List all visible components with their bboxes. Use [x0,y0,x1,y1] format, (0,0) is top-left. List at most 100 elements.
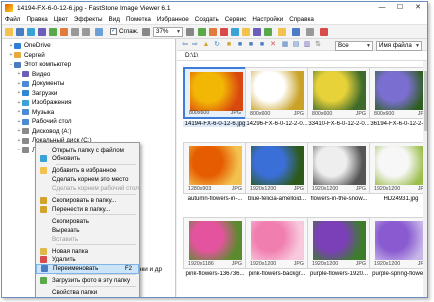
thumbnail[interactable]: 1920x1200 JPG pink-flowers-backgr... [245,217,311,280]
tree-item[interactable]: + Дисковод (A:) [16,127,72,136]
scrollbar-thumb[interactable] [424,71,427,131]
menu-item[interactable]: Настройки [249,16,286,23]
path-bar[interactable]: D:\1\ [177,51,427,61]
list-view-icon[interactable]: ▤ [292,41,300,49]
tree-item[interactable]: + Видео [16,70,51,79]
context-menu-label: Сделать корнем это место [52,176,129,184]
rename-icon[interactable]: ■ [258,41,266,49]
thumbnail-image [313,221,366,260]
menu-item[interactable]: Создать [192,16,222,23]
close-button[interactable]: ✕ [409,2,427,14]
refresh-icon[interactable]: ↻ [213,41,221,49]
details-view-icon[interactable]: ▥ [303,41,311,49]
tree-item[interactable]: + Рабочий стол [16,117,72,126]
context-menu-item[interactable]: Загрузить фото в эту папку [36,276,139,286]
thumbnail-filename: 14194-FX-6-0-12-6.jpg [183,121,247,127]
app-icon [5,4,13,12]
thumbnail[interactable]: 1920x1200JPG HD24931.jpg [369,142,427,205]
image-format: JPG [231,261,242,267]
zoom-in-icon[interactable] [186,28,194,36]
menu-item[interactable]: Пометка [123,16,154,23]
hidden-tree-label: нки и др [138,266,162,273]
tree-item[interactable]: − Этот компьютер [8,60,72,69]
thumbnail[interactable]: 1920x1200JPG purple-spring-flower... [369,217,427,280]
tree-item[interactable]: + Документы [16,79,65,88]
smooth-checkbox[interactable]: ✓ [110,28,117,35]
menu-item[interactable]: Эффекты [71,16,106,23]
maximize-button[interactable]: ☐ [391,2,409,14]
email-icon[interactable] [60,28,68,36]
resize-icon[interactable] [242,28,250,36]
menu-item[interactable]: Цвет [51,16,71,23]
forward-arrow-icon[interactable]: ⇨ [191,41,199,49]
thumbnail-frame: 800x600JPG [369,67,427,119]
tree-item[interactable]: + Сергей [8,51,45,60]
menu-item[interactable]: Правка [23,16,50,23]
filter-combo[interactable]: Все ▼ [335,41,373,51]
folder-icon [14,61,21,68]
copy-icon[interactable]: ■ [236,41,244,49]
fit-icon[interactable] [198,28,206,36]
delete-icon [40,256,47,264]
thumbnail[interactable]: 800x600JPG 36194-FX-6-0-12-2-0... [369,67,427,130]
adjust-colors-icon[interactable] [231,28,239,36]
thumbnail-image [375,71,427,110]
context-menu-item[interactable]: Свойства папки [36,288,139,297]
menu-item[interactable]: Сервис [222,16,250,23]
red-eye-icon[interactable] [220,28,228,36]
vertical-scrollbar[interactable] [423,61,427,297]
new-folder-icon[interactable]: ■ [225,41,233,49]
menu-item[interactable]: Файл [2,16,23,23]
settings-icon[interactable] [292,28,300,36]
crop-icon[interactable] [95,28,103,36]
tree-item[interactable]: + Музыка [16,108,55,117]
open-folder-icon[interactable] [5,28,13,36]
thumbnail[interactable]: 1920x1200 JPG flowers-in-the-snow... [307,142,373,205]
zoom-value: 37% [156,28,169,35]
rotate-left-icon[interactable] [71,28,79,36]
thumbnail[interactable]: 800x600 JPG 14296-FX-6-0-12-2-0... [245,67,311,130]
save-icon[interactable] [16,28,24,36]
tree-item[interactable]: + OneDrive [8,41,51,50]
minimize-button[interactable]: — [373,2,391,14]
thumbnail[interactable]: 800x600 JPG 14194-FX-6-0-12-6.jpg [183,67,249,130]
print-icon[interactable] [49,28,57,36]
zoom-combo[interactable]: 37% ▼ [153,27,183,37]
compare-icon[interactable] [253,28,261,36]
zoom-out-icon[interactable] [142,28,150,36]
image-resolution: 800x600 [250,111,271,117]
menu-item[interactable]: Избранное [154,16,192,23]
thumbnail-frame: 1920x1200JPG [369,217,427,269]
move-icon[interactable]: ■ [247,41,255,49]
menu-item[interactable]: Вид [106,16,123,23]
thumbnail-grid: 800x600 JPG 14194-FX-6-0-12-6.jpg 800x600 JP… [177,61,427,297]
up-folder-icon[interactable]: ▲ [202,41,210,49]
thumbnail[interactable]: 1920x1186 JPG pink-flowers-136736... [183,217,249,280]
menu-separator [56,214,136,216]
context-menu-item[interactable]: Перенести в папку... [36,204,139,214]
fullscreen-icon[interactable] [27,28,35,36]
sort-combo[interactable]: Имя файла ▼ [376,41,422,51]
batch-icon[interactable] [264,28,272,36]
help-icon[interactable] [306,28,314,36]
delete-icon[interactable]: ✕ [269,41,277,49]
favorites-icon[interactable] [278,28,286,36]
menu-item[interactable]: Справка [286,16,317,23]
slideshow-icon[interactable] [38,28,46,36]
thumbnails-view-icon[interactable]: ▦ [281,41,289,49]
thumbnail[interactable]: 800x600 JPG 33410-FX-6-0-12-2-0... [307,67,373,130]
actual-size-icon[interactable] [209,28,217,36]
thumbnail[interactable]: 1920x1200 JPG purple-flowers-1920... [307,217,373,280]
back-arrow-icon[interactable]: ⇦ [181,41,189,49]
thumbnail[interactable]: 1280x903 JPG autumn-flowers-in-... [183,142,249,205]
tree-item[interactable]: + Изображения [16,98,72,107]
context-menu-item[interactable]: Обновить [36,154,139,164]
sort-icon[interactable]: ⇅ [314,41,322,49]
exit-icon[interactable] [320,28,328,36]
context-menu: Открыть папку с файлом Обновить Добавить в… [35,142,140,297]
rotate-right-icon[interactable] [82,28,90,36]
context-menu-item[interactable]: Переименовать F2 [36,263,139,274]
thumbnail-filename: purple-flowers-1920... [309,271,369,277]
thumbnail[interactable]: 1920x1200 JPG blue-felicia-amelloid... [245,142,311,205]
tree-item[interactable]: + Загрузки [16,89,58,98]
